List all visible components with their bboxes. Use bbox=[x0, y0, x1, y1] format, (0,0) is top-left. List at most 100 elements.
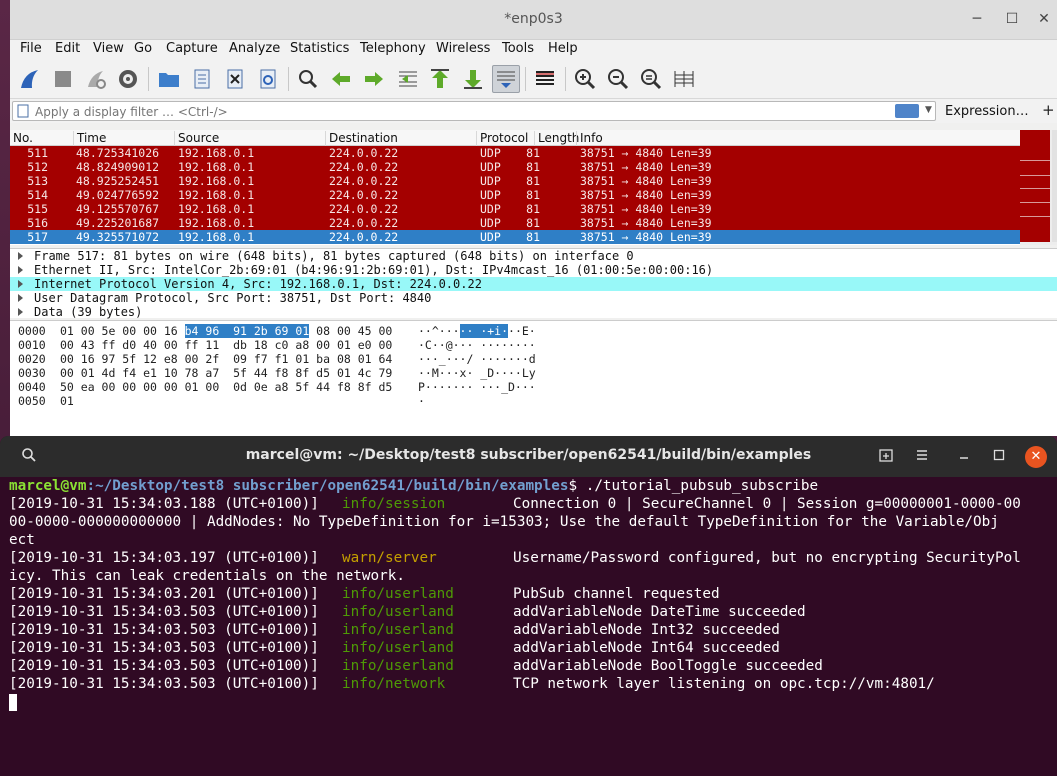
packet-row[interactable]: 515 49.125570767 192.168.0.1 224.0.0.22 UDP 8… bbox=[10, 202, 1020, 216]
detail-row-ethernet[interactable]: Ethernet II, Src: IntelCor_2b:69:01 (b4:… bbox=[10, 263, 1057, 277]
packet-cell-len: 81 bbox=[526, 188, 540, 202]
colorize-icon[interactable] bbox=[531, 65, 559, 93]
hamburger-menu-icon[interactable] bbox=[912, 447, 932, 467]
expand-triangle-icon[interactable] bbox=[18, 308, 23, 316]
log-level: info/userland bbox=[342, 658, 454, 674]
minimize-icon[interactable] bbox=[954, 447, 974, 467]
hex-row[interactable]: 0020 00 16 97 5f 12 e8 00 2f 09 f7 f1 01 … bbox=[10, 352, 1057, 366]
menu-tools[interactable]: Tools bbox=[502, 41, 534, 56]
expand-triangle-icon[interactable] bbox=[18, 252, 23, 260]
column-protocol[interactable]: Protocol bbox=[476, 131, 528, 146]
zoom-normal-icon[interactable] bbox=[637, 65, 665, 93]
log-message: TCP network layer listening on opc.tcp:/… bbox=[513, 676, 935, 692]
zoom-out-icon[interactable] bbox=[604, 65, 632, 93]
reload-icon[interactable] bbox=[254, 65, 282, 93]
hex-row[interactable]: 0030 00 01 4d f4 e1 10 78 a7 5f 44 f8 8f … bbox=[10, 366, 1057, 380]
hex-row[interactable]: 0050 01 · bbox=[10, 394, 1057, 408]
column-source[interactable]: Source bbox=[174, 131, 219, 146]
expand-triangle-icon[interactable] bbox=[18, 266, 23, 274]
expand-triangle-icon[interactable] bbox=[18, 294, 23, 302]
close-icon[interactable]: ✕ bbox=[1035, 10, 1053, 28]
packet-row[interactable]: 514 49.024776592 192.168.0.1 224.0.0.22 UDP 8… bbox=[10, 188, 1020, 202]
log-line: [2019-10-31 15:34:03.503 (UTC+0100)] info… bbox=[9, 676, 1049, 694]
resize-columns-icon[interactable] bbox=[670, 65, 698, 93]
packet-list-scrollbar[interactable] bbox=[1052, 130, 1057, 242]
back-arrow-icon[interactable] bbox=[327, 65, 355, 93]
close-icon[interactable]: ✕ bbox=[1025, 446, 1047, 468]
detail-row-data[interactable]: Data (39 bytes) bbox=[10, 305, 1057, 319]
goto-packet-icon[interactable] bbox=[394, 65, 422, 93]
hex-row[interactable]: 0040 50 ea 00 00 00 00 01 00 0d 0e a8 5f … bbox=[10, 380, 1057, 394]
packet-row[interactable]: 512 48.824909012 192.168.0.1 224.0.0.22 UDP 8… bbox=[10, 160, 1020, 174]
menu-telephony[interactable]: Telephony bbox=[360, 41, 426, 56]
menu-view[interactable]: View bbox=[93, 41, 124, 56]
display-filter-bar: ▼ Expression… + bbox=[10, 99, 1057, 123]
detail-row-ipv4[interactable]: Internet Protocol Version 4, Src: 192.16… bbox=[10, 277, 1057, 291]
packet-cell-len: 81 bbox=[526, 202, 540, 216]
restart-icon[interactable] bbox=[82, 65, 110, 93]
autoscroll-icon[interactable] bbox=[492, 65, 520, 93]
menu-file[interactable]: File bbox=[20, 41, 42, 56]
bookmark-icon[interactable] bbox=[16, 104, 30, 118]
menu-help[interactable]: Help bbox=[548, 41, 578, 56]
find-icon[interactable] bbox=[294, 65, 322, 93]
packet-row[interactable]: 517 49.325571072 192.168.0.1 224.0.0.22 UDP 8… bbox=[10, 230, 1020, 244]
hex-part-pre: 00 01 4d f4 e1 10 78 a7 5f 44 f8 8f d5 0… bbox=[60, 366, 393, 380]
minimize-icon[interactable]: ─ bbox=[968, 10, 986, 28]
packet-cell-src: 192.168.0.1 bbox=[178, 216, 255, 230]
column-time[interactable]: Time bbox=[73, 131, 106, 146]
packet-bytes-pane: 0000 01 00 5e 00 00 16 b4 96 91 2b 69 01 … bbox=[10, 320, 1057, 436]
packet-minimap[interactable] bbox=[1020, 130, 1057, 245]
maximize-icon[interactable] bbox=[989, 447, 1009, 467]
hex-row[interactable]: 0010 00 43 ff d0 40 00 ff 11 db 18 c0 a8 … bbox=[10, 338, 1057, 352]
menu-go[interactable]: Go bbox=[134, 41, 152, 56]
apply-filter-arrow-icon[interactable] bbox=[895, 104, 919, 118]
column-length[interactable]: Length bbox=[534, 131, 579, 146]
last-packet-icon[interactable] bbox=[459, 65, 487, 93]
filter-dropdown-icon[interactable]: ▼ bbox=[925, 105, 932, 115]
expand-triangle-icon[interactable] bbox=[18, 280, 23, 288]
packet-cell-dst: 224.0.0.22 bbox=[329, 146, 399, 160]
forward-arrow-icon[interactable] bbox=[360, 65, 388, 93]
detail-row-udp[interactable]: User Datagram Protocol, Src Port: 38751,… bbox=[10, 291, 1057, 305]
open-folder-icon[interactable] bbox=[155, 65, 183, 93]
packet-row[interactable]: 513 48.925252451 192.168.0.1 224.0.0.22 UDP 8… bbox=[10, 174, 1020, 188]
add-filter-button[interactable]: + bbox=[1042, 101, 1055, 119]
packet-row[interactable]: 511 48.725341026 192.168.0.1 224.0.0.22 UDP 8… bbox=[10, 146, 1020, 160]
terminal-output[interactable]: marcel@vm:~/Desktop/test8 subscriber/ope… bbox=[9, 478, 1049, 712]
new-tab-icon[interactable] bbox=[876, 447, 896, 467]
menu-bar: File Edit View Go Capture Analyze Statis… bbox=[10, 40, 1057, 59]
column-no[interactable]: No. bbox=[10, 131, 33, 146]
hex-part-pre: 50 ea 00 00 00 00 01 00 0d 0e a8 5f 44 f… bbox=[60, 380, 393, 394]
display-filter-input[interactable] bbox=[35, 103, 895, 120]
menu-statistics[interactable]: Statistics bbox=[290, 41, 349, 56]
terminal-cursor bbox=[9, 694, 17, 711]
first-packet-icon[interactable] bbox=[426, 65, 454, 93]
log-line: [2019-10-31 15:34:03.503 (UTC+0100)] info… bbox=[9, 658, 1049, 676]
column-info[interactable]: Info bbox=[576, 131, 603, 146]
menu-analyze[interactable]: Analyze bbox=[229, 41, 280, 56]
menu-edit[interactable]: Edit bbox=[55, 41, 80, 56]
hex-row[interactable]: 0000 01 00 5e 00 00 16 b4 96 91 2b 69 01 … bbox=[10, 324, 1057, 338]
expression-button[interactable]: Expression… bbox=[945, 104, 1029, 119]
stop-icon[interactable] bbox=[49, 65, 77, 93]
packet-cell-src: 192.168.0.1 bbox=[178, 146, 255, 160]
file-icon[interactable] bbox=[188, 65, 216, 93]
detail-row-frame[interactable]: Frame 517: 81 bytes on wire (648 bits), … bbox=[10, 249, 1057, 263]
options-gear-icon[interactable] bbox=[114, 65, 142, 93]
packet-row[interactable]: 516 49.225201687 192.168.0.1 224.0.0.22 UDP 8… bbox=[10, 216, 1020, 230]
packet-cell-len: 81 bbox=[526, 160, 540, 174]
maximize-icon[interactable]: ☐ bbox=[1003, 10, 1021, 28]
packet-list-header: No. Time Source Destination Protocol Len… bbox=[10, 130, 1020, 146]
hex-part-pre: 00 43 ff d0 40 00 ff 11 db 18 c0 a8 00 0… bbox=[60, 338, 393, 352]
menu-capture[interactable]: Capture bbox=[166, 41, 218, 56]
log-line: ect bbox=[9, 532, 1049, 550]
packet-cell-info: 38751 → 4840 Len=39 bbox=[580, 188, 712, 202]
shark-fin-icon[interactable] bbox=[16, 65, 44, 93]
log-line: icy. This can leak credentials on the ne… bbox=[9, 568, 1049, 586]
zoom-in-icon[interactable] bbox=[571, 65, 599, 93]
ascii-bytes: · bbox=[418, 394, 425, 408]
column-destination[interactable]: Destination bbox=[325, 131, 398, 146]
menu-wireless[interactable]: Wireless bbox=[436, 41, 490, 56]
close-file-icon[interactable] bbox=[221, 65, 249, 93]
